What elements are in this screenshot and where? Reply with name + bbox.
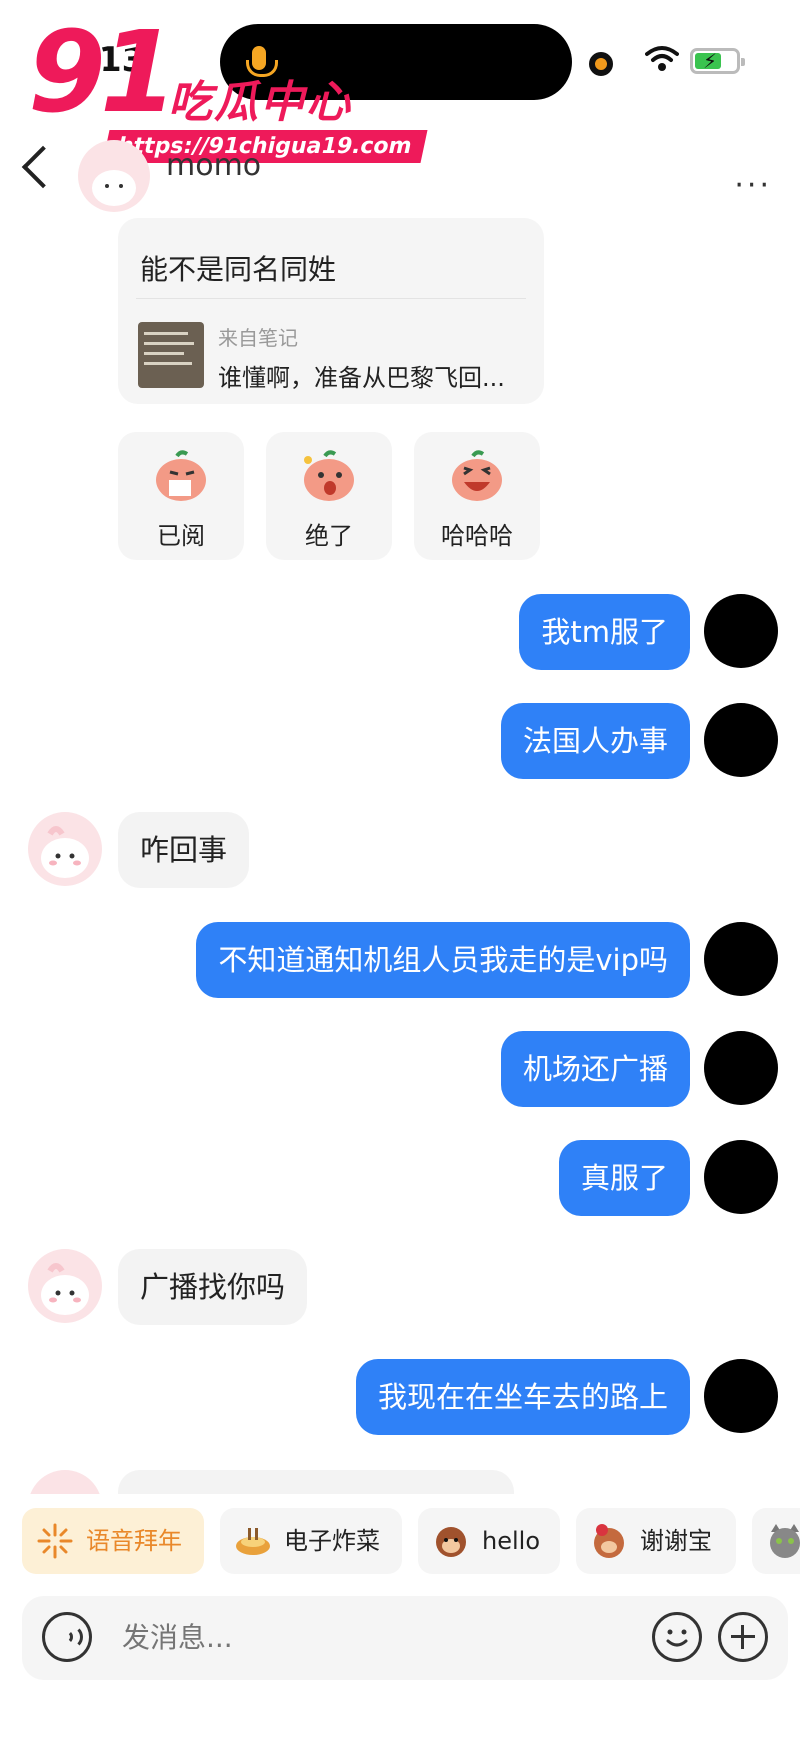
pink-bunny-icon [41,1263,89,1315]
message-row-partial [0,1470,800,1494]
sticker-read[interactable]: 已阅 [118,432,244,560]
quick-reply-voice-greeting[interactable]: 语音拜年 [22,1508,204,1574]
sticker-label: 已阅 [157,522,205,550]
contact-avatar[interactable] [28,1470,102,1494]
sticker-label: 哈哈哈 [441,522,513,550]
note-thumbnail [138,322,204,388]
my-avatar[interactable] [704,1031,778,1105]
voice-input-icon[interactable] [42,1612,92,1662]
message-bubble-sent[interactable]: 法国人办事 [500,703,690,779]
contact-avatar[interactable] [28,1249,102,1323]
quick-reply-cat[interactable] [752,1508,800,1574]
chip-label: 语音拜年 [86,1527,182,1555]
note-source-label: 来自笔记 [218,326,298,350]
message-input-bar [22,1596,788,1680]
monkey-icon [436,1527,466,1557]
pink-bunny-icon [92,170,136,206]
message-input[interactable] [122,1596,562,1680]
chip-label: 电子炸菜 [284,1527,380,1555]
my-avatar[interactable] [704,594,778,668]
back-chevron-icon[interactable] [21,145,65,189]
message-bubble-sent[interactable]: 机场还广播 [500,1031,690,1107]
recording-dot-icon [589,52,613,76]
chat-header: momo ··· [0,140,800,220]
add-attachment-icon[interactable] [718,1612,768,1662]
quick-reply-thanks[interactable]: 谢谢宝 [576,1508,736,1574]
note-title: 谁懂啊，准备从巴黎飞回... [218,364,505,392]
wifi-icon [645,46,679,71]
quick-reply-bar: 语音拜年 电子炸菜 hello 谢谢宝 [0,1508,800,1576]
peach-shocked-sticker-icon [304,450,354,501]
battery-icon: ⚡ [690,48,745,74]
contact-name: momo [166,148,262,183]
pink-bunny-icon [41,826,89,878]
thanks-sticker-icon [594,1524,624,1558]
my-avatar[interactable] [704,922,778,996]
chip-label: hello [482,1527,540,1555]
emoji-icon[interactable] [652,1612,702,1662]
more-options-icon[interactable]: ··· [734,168,772,203]
my-avatar[interactable] [704,1140,778,1214]
message-bubble-received[interactable]: 广播找你吗 [118,1249,308,1325]
cat-icon [770,1524,800,1558]
quick-reply-dish[interactable]: 电子炸菜 [220,1508,402,1574]
sticker-label: 绝了 [305,522,353,550]
watermark-number: 91 [28,8,178,138]
my-avatar[interactable] [704,1359,778,1433]
message-bubble-sent[interactable]: 我现在在坐车去的路上 [355,1359,690,1435]
sparkle-icon [37,1523,73,1559]
contact-avatar[interactable] [78,140,150,212]
message-bubble-sent[interactable]: 真服了 [558,1140,690,1216]
message-bubble-received-partial[interactable] [118,1470,514,1494]
shared-note-card[interactable]: 能不是同名同姓 来自笔记 谁懂啊，准备从巴黎飞回... [118,218,544,404]
dish-icon [236,1528,270,1555]
divider [136,298,526,299]
peach-laughing-sticker-icon [452,450,502,501]
quick-reply-hello[interactable]: hello [418,1508,560,1574]
my-avatar[interactable] [704,703,778,777]
chip-label: 谢谢宝 [640,1527,712,1555]
message-bubble-sent[interactable]: 我tm服了 [519,594,690,670]
note-message-text: 能不是同名同姓 [140,253,337,286]
sticker-awesome[interactable]: 绝了 [266,432,392,560]
contact-avatar[interactable] [28,812,102,886]
peach-reading-sticker-icon [156,450,206,501]
message-bubble-sent[interactable]: 不知道通知机组人员我走的是vip吗 [196,922,690,998]
sticker-haha[interactable]: 哈哈哈 [414,432,540,560]
message-bubble-received[interactable]: 咋回事 [118,812,250,888]
watermark-name: 吃瓜中心 [168,77,352,128]
